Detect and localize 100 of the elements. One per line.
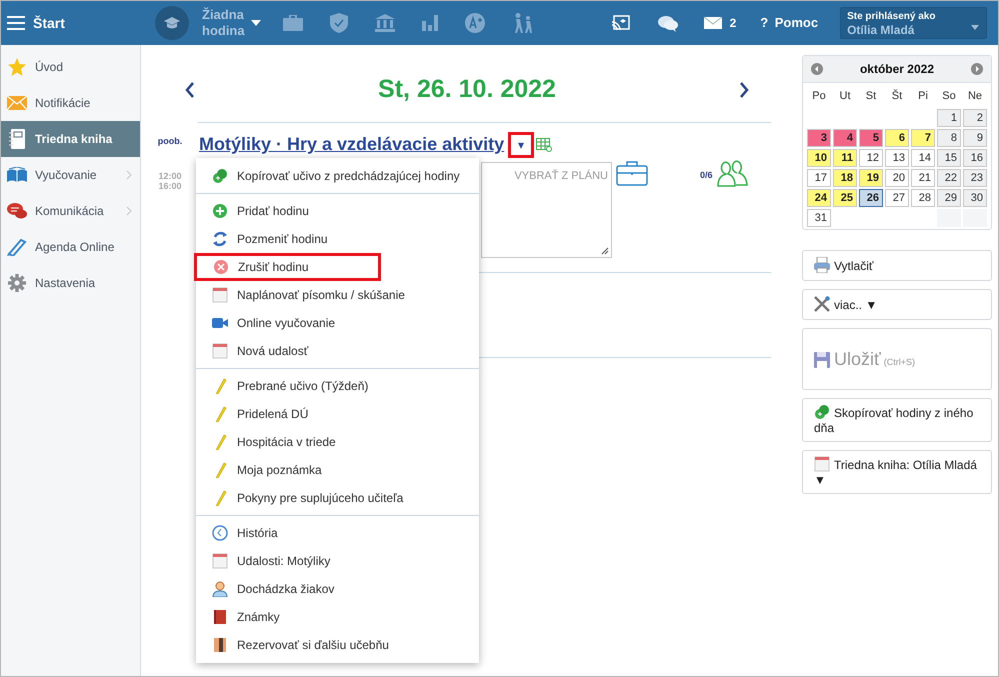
copy-circles-icon xyxy=(212,168,228,184)
period-label: poob. xyxy=(158,135,182,148)
home-link[interactable]: Štart xyxy=(33,12,65,34)
menu-item[interactable]: Zrušiť hodinu xyxy=(194,253,381,281)
speech-bubbles-icon xyxy=(7,202,27,220)
calendar-day[interactable]: 5 xyxy=(859,129,883,147)
people-icon[interactable] xyxy=(716,160,749,188)
menu-item[interactable]: Pridelená DÚ xyxy=(196,400,479,428)
calendar-day[interactable]: 7 xyxy=(911,129,935,147)
calendar-day[interactable]: 13 xyxy=(885,149,909,167)
calendar-day[interactable]: 3 xyxy=(807,129,831,147)
menu-icon[interactable] xyxy=(7,16,25,30)
menu-item[interactable]: Pokyny pre suplujúceho učiteľa xyxy=(196,484,479,512)
calendar-day[interactable]: 16 xyxy=(963,149,987,167)
menu-item[interactable]: Udalosti: Motýliky xyxy=(196,547,479,575)
calendar-day[interactable]: 4 xyxy=(833,129,857,147)
calendar-day[interactable]: 19 xyxy=(859,169,883,187)
sidebar-item[interactable]: Vyučovanie xyxy=(1,157,140,193)
calendar-day[interactable]: 18 xyxy=(833,169,857,187)
menu-item[interactable]: Hospitácia v triede xyxy=(196,428,479,456)
bar-chart-icon[interactable] xyxy=(422,15,438,31)
calendar-day[interactable]: 6 xyxy=(885,129,909,147)
calendar-day[interactable]: 20 xyxy=(885,169,909,187)
print-button[interactable]: Vytlačiť xyxy=(802,250,992,281)
sidebar-item[interactable]: Triedna kniha xyxy=(1,121,140,157)
calendar-day[interactable]: 2 xyxy=(963,109,987,127)
sidebar-item[interactable]: Agenda Online xyxy=(1,229,140,265)
more-button[interactable]: viac.. ▼ xyxy=(802,289,992,320)
briefcase-icon[interactable] xyxy=(616,160,648,186)
menu-item[interactable]: Moja poznámka xyxy=(196,456,479,484)
calendar-day[interactable]: 24 xyxy=(807,189,831,207)
help-button[interactable]: ? Pomoc xyxy=(760,13,818,33)
calendar-day[interactable]: 15 xyxy=(937,149,961,167)
caret-icon xyxy=(971,25,980,30)
graduation-cap-icon[interactable] xyxy=(154,5,190,41)
spreadsheet-icon[interactable] xyxy=(536,138,552,152)
menu-item[interactable]: História xyxy=(196,519,479,547)
login-caption: Ste prihlásený ako xyxy=(847,10,936,23)
menu-item[interactable]: Známky xyxy=(196,603,479,631)
menu-item[interactable]: Online vyučovanie xyxy=(196,309,479,337)
start-time: 12:00 xyxy=(158,170,182,180)
weekday-label: St xyxy=(864,88,878,104)
calendar-day[interactable]: 23 xyxy=(963,169,987,187)
next-month-icon[interactable] xyxy=(970,63,983,75)
calendar-icon xyxy=(814,456,830,472)
login-box[interactable]: Ste prihlásený ako Otília Mladá xyxy=(840,7,988,39)
cancel-circle-icon xyxy=(213,259,229,275)
sidebar-item[interactable]: Úvod xyxy=(1,49,140,85)
door-icon xyxy=(212,637,228,653)
sidebar-item[interactable]: Notifikácie xyxy=(1,85,140,121)
caret-icon xyxy=(250,20,261,26)
calendar-day[interactable]: 29 xyxy=(937,189,961,207)
chat-bubbles-icon[interactable] xyxy=(658,14,678,32)
calendar-day[interactable]: 9 xyxy=(963,129,987,147)
menu-item[interactable]: Naplánovať písomku / skúšanie xyxy=(196,281,479,309)
calendar-day[interactable]: 10 xyxy=(807,149,831,167)
calendar-day[interactable]: 21 xyxy=(911,169,935,187)
menu-item[interactable]: Kopírovať učivo z predchádzajúcej hodiny xyxy=(196,162,479,190)
chevron-left-icon[interactable] xyxy=(185,82,195,98)
calendar-day[interactable]: 30 xyxy=(963,189,987,207)
user-name: Otília Mladá xyxy=(847,23,914,37)
lesson-title-link[interactable]: Motýliky · Hry a vzdelávacie aktivity xyxy=(199,131,504,158)
grade-badge-icon[interactable] xyxy=(464,13,485,33)
book-button[interactable]: Triedna kniha: Otília Mladá ▼ xyxy=(802,450,992,494)
dropdown-toggle[interactable]: ▾ xyxy=(508,132,534,158)
calendar-day[interactable]: 12 xyxy=(859,149,883,167)
menu-item[interactable]: Rezervovať si ďalšiu učebňu xyxy=(196,631,479,659)
menu-item[interactable]: Pridať hodinu xyxy=(196,197,479,225)
shield-icon[interactable] xyxy=(330,13,348,33)
calendar-day[interactable]: 25 xyxy=(833,189,857,207)
calendar-day[interactable]: 11 xyxy=(833,149,857,167)
sidebar-item[interactable]: Komunikácia xyxy=(1,193,140,229)
bank-icon[interactable] xyxy=(374,14,395,32)
calendar-day[interactable]: 1 xyxy=(937,109,961,127)
sidebar-item[interactable]: Nastavenia xyxy=(1,265,140,301)
envelope-icon xyxy=(7,96,27,110)
chevron-right-icon[interactable] xyxy=(739,82,749,98)
open-book-icon xyxy=(7,167,27,183)
calendar-icon xyxy=(212,553,228,569)
calendar-day[interactable]: 31 xyxy=(807,209,831,227)
menu-item[interactable]: Nová udalosť xyxy=(196,337,479,365)
calendar-day[interactable]: 14 xyxy=(911,149,935,167)
calendar-day[interactable]: 17 xyxy=(807,169,831,187)
calendar-day[interactable]: 28 xyxy=(911,189,935,207)
copy-circles-icon xyxy=(814,404,830,420)
briefcase-icon[interactable] xyxy=(282,15,303,31)
envelope-icon xyxy=(704,17,722,29)
calendar-day[interactable]: 27 xyxy=(885,189,909,207)
menu-item[interactable]: Dochádzka žiakov xyxy=(196,575,479,603)
mail-button[interactable]: 2 xyxy=(704,14,736,32)
menu-item[interactable]: Prebrané učivo (Týždeň) xyxy=(196,372,479,400)
calendar-day[interactable]: 26 xyxy=(859,189,883,207)
star-icon xyxy=(8,58,26,76)
calendar-day[interactable]: 22 xyxy=(937,169,961,187)
menu-item[interactable]: Pozmeniť hodinu xyxy=(196,225,479,253)
calendar-day[interactable]: 8 xyxy=(937,129,961,147)
previous-month-icon[interactable] xyxy=(811,63,823,75)
copy-button[interactable]: Skopírovať hodiny z iného dňa xyxy=(802,398,992,442)
cast-screen-icon[interactable] xyxy=(612,15,630,31)
clock-icon xyxy=(212,525,228,541)
